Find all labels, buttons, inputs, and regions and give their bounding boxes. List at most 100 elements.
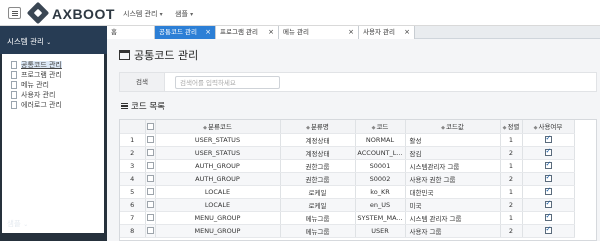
hamburger-menu-icon[interactable] xyxy=(8,7,21,19)
top-menu-system[interactable]: 시스템 관리 ▾ xyxy=(123,9,163,19)
sort-cell: 1 xyxy=(500,159,523,173)
use-checkbox[interactable] xyxy=(522,224,575,238)
search-panel: 검색 xyxy=(119,72,597,92)
sidebar-item-label: 공통코드 관리 xyxy=(21,61,62,69)
tab-common-code[interactable]: 공통코드 관리 × xyxy=(155,26,216,39)
use-checkbox[interactable] xyxy=(522,159,575,173)
row-number-cell: 2 xyxy=(120,146,146,160)
sort-cell: 2 xyxy=(500,198,523,212)
column-header-use[interactable]: ◆사용여부 xyxy=(522,120,575,134)
code-value-cell: 잠김 xyxy=(405,146,501,160)
sidebar-item-label: 프로그램 관리 xyxy=(21,71,62,79)
tab-menu[interactable]: 메뉴 관리 × xyxy=(279,26,359,39)
grid-header-row: ◆분류코드 ◆분류명 ◆코드 ◆코드값 ◆정렬 ◆사용여부 xyxy=(120,120,575,134)
row-checkbox[interactable] xyxy=(145,172,156,186)
column-header-code-value[interactable]: ◆코드값 xyxy=(405,120,501,134)
table-row[interactable]: 8 MENU_GROUP 메뉴그룹 USER 사용자 그룹 2 xyxy=(120,224,575,238)
sidebar-item-label: 사용자 관리 xyxy=(21,91,56,99)
tab-user[interactable]: 사용자 관리 × xyxy=(359,26,415,39)
tab-home[interactable]: 홈 xyxy=(107,26,155,39)
row-checkbox[interactable] xyxy=(145,185,156,199)
group-code-cell: MENU_GROUP xyxy=(155,211,281,225)
sort-icon: ◆ xyxy=(371,125,376,132)
sidebar-item-common-code[interactable]: 공통코드 관리 xyxy=(11,60,104,70)
group-name-cell: 메뉴그룹 xyxy=(280,211,356,225)
tab-bar: 홈 공통코드 관리 × 프로그램 관리 × 메뉴 관리 × 사용자 관리 × xyxy=(107,26,600,39)
row-number-cell: 6 xyxy=(120,198,146,212)
row-checkbox[interactable] xyxy=(145,198,156,212)
column-header-group-name[interactable]: ◆분류명 xyxy=(280,120,356,134)
close-icon[interactable]: × xyxy=(268,26,274,38)
column-header-group-code[interactable]: ◆분류코드 xyxy=(155,120,281,134)
sidebar-item-user[interactable]: 사용자 관리 xyxy=(11,90,104,100)
sort-icon: ◆ xyxy=(306,125,310,132)
row-checkbox[interactable] xyxy=(145,159,156,173)
table-row[interactable]: 7 MENU_GROUP 메뉴그룹 SYSTEM_MA... 시스템 관리자 그룹 1 xyxy=(120,211,575,225)
group-name-cell: 계정상태 xyxy=(280,146,356,160)
use-checkbox[interactable] xyxy=(522,198,575,212)
table-row[interactable]: 3 AUTH_GROUP 권한그룹 S0001 시스템관리자 그룹 1 xyxy=(120,159,575,173)
main-content: 공통코드 관리 검색 코드 목록 ◆분류코드 ◆분류명 ◆코드 ◆코드값 ◆정렬 xyxy=(107,39,600,241)
sort-cell: 1 xyxy=(500,185,523,199)
sidebar-item-program[interactable]: 프로그램 관리 xyxy=(11,70,104,80)
table-row[interactable]: 5 LOCALE 로케일 ko_KR 대한민국 1 xyxy=(120,185,575,199)
code-cell: NORMAL xyxy=(355,133,406,147)
table-row[interactable]: 2 USER_STATUS 계정상태 ACCOUNT_L... 잠김 2 xyxy=(120,146,575,160)
sidebar-footer-label: 샘플 xyxy=(7,219,21,228)
column-header-sort[interactable]: ◆정렬 xyxy=(500,120,523,134)
logo-text: AXBOOT xyxy=(52,6,115,22)
search-label: 검색 xyxy=(120,73,165,91)
use-checkbox[interactable] xyxy=(522,172,575,186)
group-code-cell: MENU_GROUP xyxy=(155,224,281,238)
row-checkbox[interactable] xyxy=(145,133,156,147)
group-name-cell: 로케일 xyxy=(280,198,356,212)
document-icon xyxy=(11,71,17,79)
row-checkbox[interactable] xyxy=(145,211,156,225)
code-cell: S0001 xyxy=(355,159,406,173)
sidebar-section-sample[interactable]: 샘플 ⌄ xyxy=(7,218,28,229)
code-value-cell: 시스템관리자 그룹 xyxy=(405,159,501,173)
tab-label: 메뉴 관리 xyxy=(283,28,309,36)
search-input[interactable] xyxy=(175,76,280,89)
list-icon xyxy=(121,103,128,109)
group-code-cell: USER_STATUS xyxy=(155,133,281,147)
use-checkbox[interactable] xyxy=(522,133,575,147)
top-menu-sample[interactable]: 샘플 ▾ xyxy=(175,9,193,19)
group-name-cell: 권한그룹 xyxy=(280,159,356,173)
code-value-cell: 사용자 그룹 xyxy=(405,224,501,238)
code-value-cell: 사용자 권한 그룹 xyxy=(405,172,501,186)
table-row[interactable]: 1 USER_STATUS 계정상태 NORMAL 활성 1 xyxy=(120,133,575,147)
table-row[interactable]: 6 LOCALE 로케일 en_US 미국 2 xyxy=(120,198,575,212)
close-icon[interactable]: × xyxy=(404,26,410,38)
sidebar-item-menu[interactable]: 메뉴 관리 xyxy=(11,80,104,90)
row-number-cell: 1 xyxy=(120,133,146,147)
code-value-cell: 시스템 관리자 그룹 xyxy=(405,211,501,225)
sort-cell: 2 xyxy=(500,224,523,238)
code-cell: ko_KR xyxy=(355,185,406,199)
code-value-cell: 미국 xyxy=(405,198,501,212)
group-name-cell: 계정상태 xyxy=(280,133,356,147)
table-row[interactable]: 4 AUTH_GROUP 권한그룹 S0002 사용자 권한 그룹 2 xyxy=(120,172,575,186)
column-header-code[interactable]: ◆코드 xyxy=(355,120,406,134)
row-checkbox[interactable] xyxy=(145,146,156,160)
sort-icon: ◆ xyxy=(502,125,507,132)
tab-label: 사용자 관리 xyxy=(363,28,395,36)
sidebar-section-header[interactable]: 시스템 관리 ⌄ xyxy=(0,26,107,54)
top-header: AXBOOT 시스템 관리 ▾ 샘플 ▾ xyxy=(0,0,600,26)
code-value-cell: 대한민국 xyxy=(405,185,501,199)
row-checkbox[interactable] xyxy=(145,224,156,238)
select-all-checkbox[interactable] xyxy=(145,120,156,134)
use-checkbox[interactable] xyxy=(522,211,575,225)
tab-program[interactable]: 프로그램 관리 × xyxy=(216,26,279,39)
close-icon[interactable]: × xyxy=(205,26,211,38)
close-icon[interactable]: × xyxy=(348,26,354,38)
group-code-cell: LOCALE xyxy=(155,198,281,212)
group-code-cell: USER_STATUS xyxy=(155,146,281,160)
sort-cell: 1 xyxy=(500,211,523,225)
use-checkbox[interactable] xyxy=(522,185,575,199)
row-number-cell: 4 xyxy=(120,172,146,186)
use-checkbox[interactable] xyxy=(522,146,575,160)
sidebar-section-title: 시스템 관리 xyxy=(7,37,44,46)
tab-label: 프로그램 관리 xyxy=(220,28,258,36)
sidebar-item-error-log[interactable]: 에러로그 관리 xyxy=(11,100,104,110)
